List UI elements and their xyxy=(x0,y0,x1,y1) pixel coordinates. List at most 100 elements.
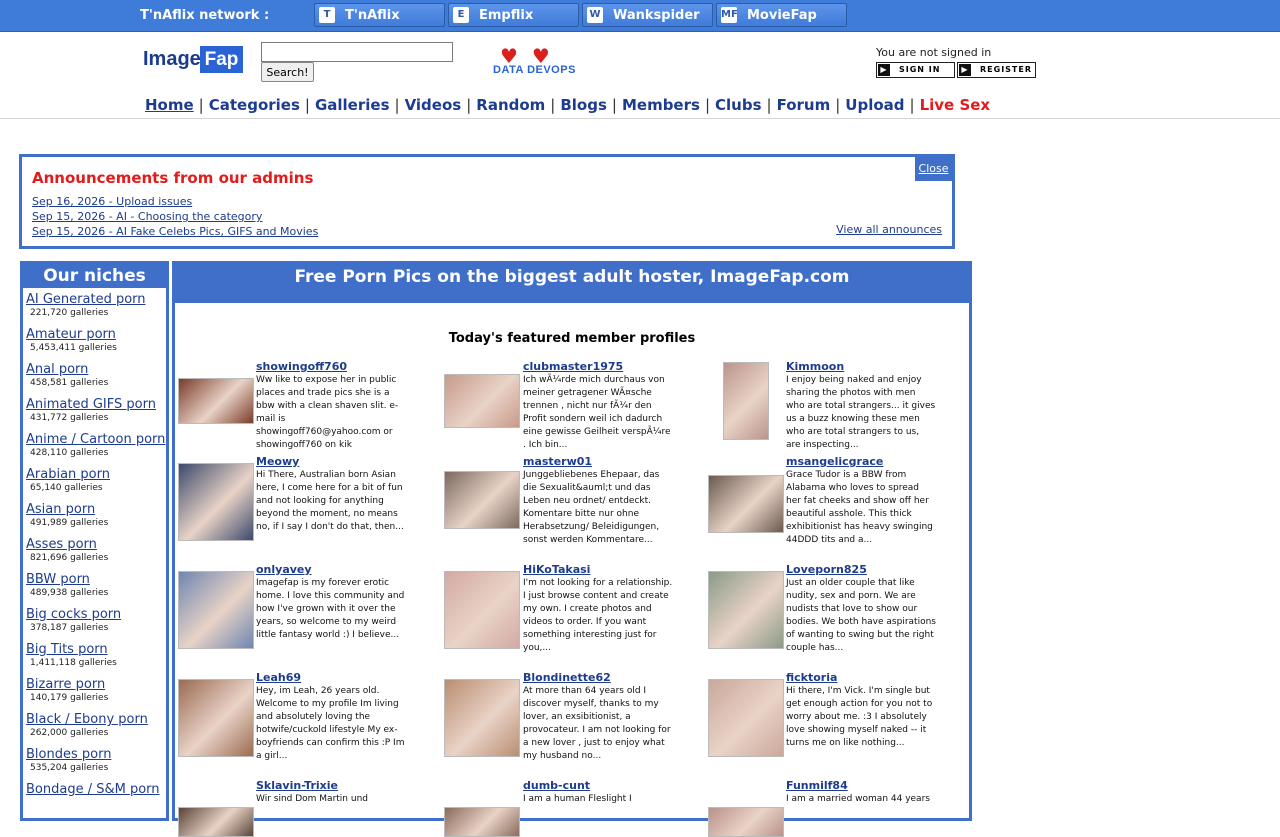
profile-name-link[interactable]: Blondinette62 xyxy=(523,671,611,684)
network-site-button[interactable]: E Empflix xyxy=(448,3,579,27)
announcement-link[interactable]: Sep 16, 2026 - Upload issues xyxy=(32,195,192,208)
nav-link-live-sex[interactable]: Live Sex xyxy=(920,96,991,114)
niche-item: Big Tits porn 1,411,118 galleries xyxy=(26,642,117,668)
register-button[interactable]: ▶ REGISTER xyxy=(957,62,1036,78)
network-site-button[interactable]: W Wankspider xyxy=(582,3,713,27)
profile-thumbnail[interactable] xyxy=(708,571,784,649)
data-devops-text: DATA DEVOPS xyxy=(493,64,576,76)
niche-link[interactable]: Arabian porn xyxy=(26,467,110,482)
profile-name-link[interactable]: dumb-cunt xyxy=(523,779,590,792)
profile-name-link[interactable]: masterw01 xyxy=(523,455,592,468)
niche-link[interactable]: Anal porn xyxy=(26,362,108,377)
data-devops-banner[interactable]: ♥♥ DATA DEVOPS xyxy=(492,44,582,84)
announcement-link[interactable]: Sep 15, 2026 - AI - Choosing the categor… xyxy=(32,210,262,223)
profile-name-link[interactable]: msangelicgrace xyxy=(786,455,883,468)
niche-link[interactable]: Big Tits porn xyxy=(26,642,117,657)
profile-name-link[interactable]: Loveporn825 xyxy=(786,563,867,576)
nav-separator: | xyxy=(550,96,556,114)
niche-link[interactable]: BBW porn xyxy=(26,572,108,587)
niche-link[interactable]: Bizarre porn xyxy=(26,677,108,692)
network-site-button[interactable]: MF MovieFap xyxy=(716,3,847,27)
niche-link[interactable]: Blondes porn xyxy=(26,747,111,762)
niche-gallery-count: 458,581 galleries xyxy=(30,378,109,388)
sign-in-button[interactable]: ▶ SIGN IN xyxy=(876,62,955,78)
profile-thumbnail[interactable] xyxy=(444,807,520,837)
niche-link[interactable]: Asian porn xyxy=(26,502,108,517)
niche-gallery-count: 428,110 galleries xyxy=(30,448,109,458)
profile-thumbnail[interactable] xyxy=(178,378,254,424)
nav-link-upload[interactable]: Upload xyxy=(845,96,904,114)
profile-thumbnail[interactable] xyxy=(178,463,254,541)
niche-gallery-count: 535,204 galleries xyxy=(30,763,109,773)
network-label: T'nAflix network : xyxy=(140,8,270,23)
announcements-title: Announcements from our admins xyxy=(32,169,314,187)
nav-link-clubs[interactable]: Clubs xyxy=(715,96,762,114)
profile-thumbnail[interactable] xyxy=(444,471,520,529)
nav-link-members[interactable]: Members xyxy=(622,96,700,114)
profile-name-link[interactable]: Funmilf84 xyxy=(786,779,848,792)
niche-gallery-count: 491,989 galleries xyxy=(30,518,109,528)
announcement-link[interactable]: Sep 15, 2026 - AI Fake Celebs Pics, GIFS… xyxy=(32,225,318,238)
niche-link[interactable]: Anime / Cartoon porn xyxy=(26,432,165,447)
niche-link[interactable]: Amateur porn xyxy=(26,327,117,342)
niche-link[interactable]: Bondage / S&M porn xyxy=(26,782,160,797)
profile-thumbnail[interactable] xyxy=(708,475,784,533)
profile-name-link[interactable]: Meowy xyxy=(256,455,299,468)
profile-thumbnail[interactable] xyxy=(178,571,254,649)
nav-separator: | xyxy=(198,96,204,114)
view-all-announces-link[interactable]: View all announces xyxy=(836,223,942,236)
imagefap-logo[interactable]: Image Fap xyxy=(143,46,243,74)
search-input[interactable] xyxy=(261,42,453,62)
profile-name-link[interactable]: HiKoTakasi xyxy=(523,563,590,576)
nav-link-videos[interactable]: Videos xyxy=(405,96,462,114)
profile-description: Just an older couple that like nudity, s… xyxy=(786,578,936,653)
wankspider-icon: W xyxy=(587,7,603,23)
close-announcements-button[interactable]: Close xyxy=(915,157,952,181)
nav-link-home[interactable]: Home xyxy=(145,96,194,114)
profile-thumbnail[interactable] xyxy=(444,374,520,428)
niche-gallery-count: 378,187 galleries xyxy=(30,623,109,633)
niche-link[interactable]: Black / Ebony porn xyxy=(26,712,148,727)
nav-link-forum[interactable]: Forum xyxy=(777,96,831,114)
nav-separator: | xyxy=(704,96,710,114)
niche-link[interactable]: Big cocks porn xyxy=(26,607,121,622)
profile-description: Hi There, Australian born Asian here, I … xyxy=(256,470,404,532)
niche-gallery-count: 65,140 galleries xyxy=(30,483,103,493)
niche-gallery-count: 489,938 galleries xyxy=(30,588,109,598)
logo-word-image: Image xyxy=(143,48,201,70)
profile-name-link[interactable]: Leah69 xyxy=(256,671,301,684)
nav-link-random[interactable]: Random xyxy=(476,96,545,114)
profile-thumbnail[interactable] xyxy=(444,571,520,649)
niche-link[interactable]: AI Generated porn xyxy=(26,292,146,307)
profile-name-link[interactable]: ficktoria xyxy=(786,671,837,684)
niche-item: Anal porn 458,581 galleries xyxy=(26,362,108,388)
profile-thumbnail[interactable] xyxy=(708,679,784,757)
profile-name-link[interactable]: Sklavin-Trixie xyxy=(256,779,338,792)
network-bar: T'nAflix network : T T'nAflix E Empflix W Wan… xyxy=(0,0,1280,32)
profile-thumbnail[interactable] xyxy=(723,362,769,440)
profile-thumbnail[interactable] xyxy=(708,807,784,837)
arrow-right-icon: ▶ xyxy=(878,64,890,76)
niche-item: Big cocks porn 378,187 galleries xyxy=(26,607,121,633)
niche-link[interactable]: Asses porn xyxy=(26,537,108,552)
profile-name-link[interactable]: onlyavey xyxy=(256,563,312,576)
profile-thumbnail[interactable] xyxy=(178,679,254,757)
profile-name-link[interactable]: Kimmoon xyxy=(786,360,844,373)
profile-name-link[interactable]: clubmaster1975 xyxy=(523,360,623,373)
network-site-label: Wankspider xyxy=(613,8,700,23)
nav-link-categories[interactable]: Categories xyxy=(209,96,300,114)
profile-thumbnail[interactable] xyxy=(178,807,254,837)
niche-gallery-count: 5,453,411 galleries xyxy=(30,343,117,353)
moviefap-icon: MF xyxy=(721,7,738,23)
search-button[interactable]: Search! xyxy=(261,62,314,82)
profile-name-link[interactable]: showingoff760 xyxy=(256,360,347,373)
niche-item: Bondage / S&M porn xyxy=(26,782,160,798)
nav-separator: | xyxy=(835,96,841,114)
niche-link[interactable]: Animated GIFS porn xyxy=(26,397,156,412)
network-site-button[interactable]: T T'nAflix xyxy=(314,3,445,27)
nav-link-galleries[interactable]: Galleries xyxy=(315,96,390,114)
announcements-box: Announcements from our admins Sep 16, 20… xyxy=(19,154,955,249)
profile-thumbnail[interactable] xyxy=(444,679,520,757)
nav-separator: | xyxy=(766,96,772,114)
nav-link-blogs[interactable]: Blogs xyxy=(560,96,607,114)
